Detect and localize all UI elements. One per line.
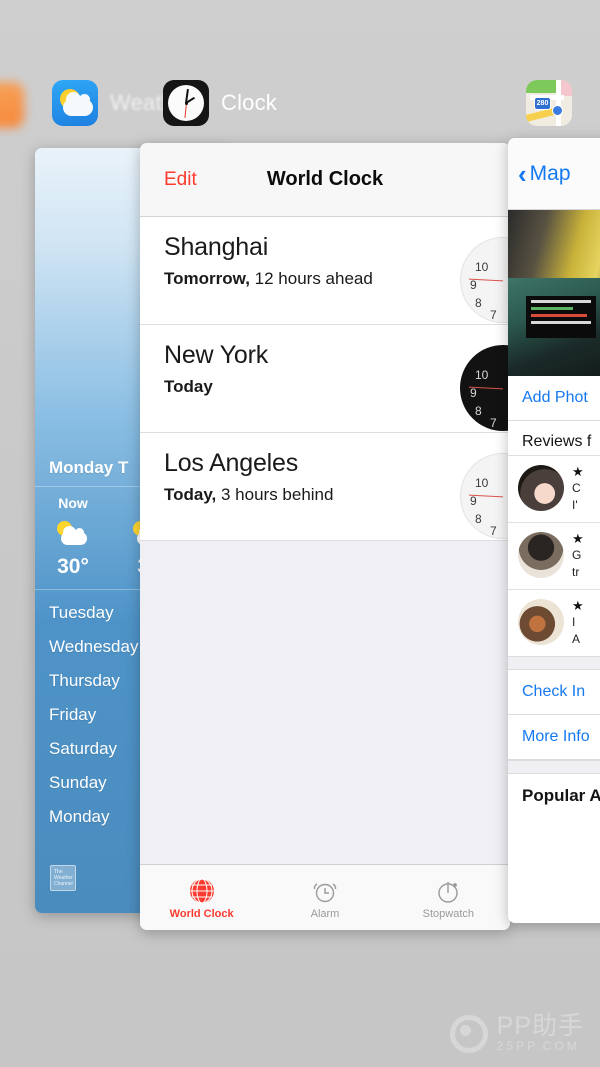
city-day-label: Tomorrow, <box>164 269 250 288</box>
more-info-link[interactable]: More Info <box>508 715 600 760</box>
city-name: New York <box>164 341 269 369</box>
map-road-vertical <box>556 80 561 126</box>
hour-time-label: Now <box>58 495 88 511</box>
add-photo-link[interactable]: Add Phot <box>508 376 600 421</box>
tab-label: World Clock <box>169 907 234 920</box>
clock-app-card[interactable]: Edit World Clock Shanghai Tomorrow, 12 h… <box>140 143 510 930</box>
maps-navigation-bar: ‹ Map <box>508 138 600 210</box>
app-label-clock: Clock <box>221 90 278 115</box>
review-author: G <box>572 548 582 562</box>
tab-alarm[interactable]: Alarm <box>263 865 386 930</box>
clock-navigation-bar: Edit World Clock <box>140 143 510 217</box>
app-switcher-header: Weather Clock 280 <box>0 78 600 140</box>
tab-label: Stopwatch <box>422 907 474 920</box>
hour-temp-label: 30° <box>57 555 89 578</box>
pp-logo-icon <box>449 1014 488 1053</box>
check-in-link[interactable]: Check In <box>508 670 600 715</box>
review-author: I <box>572 615 576 629</box>
watermark: PP助手 25PP.COM <box>449 1012 584 1053</box>
section-separator <box>508 760 600 774</box>
section-separator <box>508 656 600 670</box>
clock-numeral: 10 <box>475 368 489 382</box>
avatar <box>518 599 564 645</box>
star-rating: ★ <box>572 532 584 546</box>
alarm-icon <box>311 876 339 906</box>
city-offset-label: 3 hours behind <box>216 485 334 504</box>
clock-tab-bar[interactable]: World Clock Alarm Stopwatch <box>140 864 510 930</box>
globe-icon <box>188 876 216 906</box>
stopwatch-icon <box>434 876 462 906</box>
unknown-app-icon <box>0 82 24 128</box>
review-text: I' <box>572 498 578 512</box>
weather-hour-cell: Now 30° <box>35 495 111 579</box>
place-photo-platform[interactable] <box>508 210 600 278</box>
watermark-brand: PP助手 <box>496 1012 584 1040</box>
clock-face-shape <box>168 85 204 121</box>
city-name: Shanghai <box>164 233 269 261</box>
avatar <box>518 465 564 511</box>
clock-numeral: 7 <box>490 524 497 538</box>
world-clock-list[interactable]: Shanghai Tomorrow, 12 hours ahead 11 10 … <box>140 217 510 541</box>
place-photo-station-entrance[interactable] <box>508 278 600 376</box>
maps-icon: 280 <box>526 80 572 126</box>
city-row-los-angeles[interactable]: Los Angeles Today, 3 hours behind 11 10 … <box>140 433 510 541</box>
empty-list-area <box>140 541 510 871</box>
star-rating: ★ <box>572 599 584 613</box>
clock-numeral: 9 <box>470 386 477 400</box>
review-item[interactable]: ★ C I' <box>508 455 600 522</box>
cloud-shape <box>63 92 93 116</box>
city-day-label: Today <box>164 377 213 396</box>
clock-numeral: 8 <box>475 404 482 418</box>
app-chip-clock[interactable]: Clock <box>163 80 277 126</box>
clock-numeral: 7 <box>490 308 497 322</box>
app-chip-maps[interactable]: 280 <box>526 80 572 126</box>
chevron-left-icon: ‹ <box>518 158 527 189</box>
edit-button[interactable]: Edit <box>164 169 197 191</box>
city-subtitle: Today <box>164 377 510 397</box>
city-day-label: Today, <box>164 485 217 504</box>
watermark-site: 25PP.COM <box>496 1039 580 1053</box>
tab-stopwatch[interactable]: Stopwatch <box>387 865 510 930</box>
back-label: Map <box>529 161 571 185</box>
review-text: A <box>572 632 581 646</box>
popular-apps-heading: Popular A <box>522 786 600 805</box>
clock-numeral: 9 <box>470 494 477 508</box>
review-item[interactable]: ★ I A <box>508 589 600 656</box>
station-sign <box>526 296 596 338</box>
avatar <box>518 532 564 578</box>
map-green-area <box>526 80 556 93</box>
clock-numeral: 10 <box>475 476 489 490</box>
city-row-shanghai[interactable]: Shanghai Tomorrow, 12 hours ahead 11 10 … <box>140 217 510 325</box>
star-rating: ★ <box>572 465 584 479</box>
tab-world-clock[interactable]: World Clock <box>140 865 263 930</box>
center-pin <box>184 101 188 105</box>
city-row-new-york[interactable]: New York Today 11 10 9 8 7 <box>140 325 510 433</box>
second-hand <box>183 102 187 118</box>
clock-numeral: 8 <box>475 512 482 526</box>
clock-numeral: 9 <box>470 278 477 292</box>
tab-label: Alarm <box>310 907 340 920</box>
clock-numeral: 7 <box>490 416 497 430</box>
review-item[interactable]: ★ G tr <box>508 522 600 589</box>
clock-numeral: 10 <box>475 260 489 274</box>
weather-channel-logo: The Weather Channel <box>50 865 76 891</box>
weather-icon <box>52 80 98 126</box>
city-name: Los Angeles <box>164 449 299 477</box>
sun-cloud-icon <box>52 521 94 547</box>
map-location-pin-icon <box>552 105 563 116</box>
app-chip-unknown[interactable] <box>0 82 24 128</box>
reviews-heading: Reviews f <box>522 433 592 450</box>
city-offset-label: 12 hours ahead <box>249 269 373 288</box>
clock-icon <box>163 80 209 126</box>
review-author: C <box>572 481 581 495</box>
back-to-map-button[interactable]: ‹ Map <box>518 161 571 187</box>
review-text: tr <box>572 565 580 579</box>
maps-app-card[interactable]: ‹ Map Add Phot Reviews f ★ C I' ★ G tr ★… <box>508 138 600 923</box>
highway-shield-icon: 280 <box>534 97 551 110</box>
city-subtitle: Tomorrow, 12 hours ahead <box>164 269 510 289</box>
city-subtitle: Today, 3 hours behind <box>164 485 510 505</box>
clock-numeral: 8 <box>475 296 482 310</box>
